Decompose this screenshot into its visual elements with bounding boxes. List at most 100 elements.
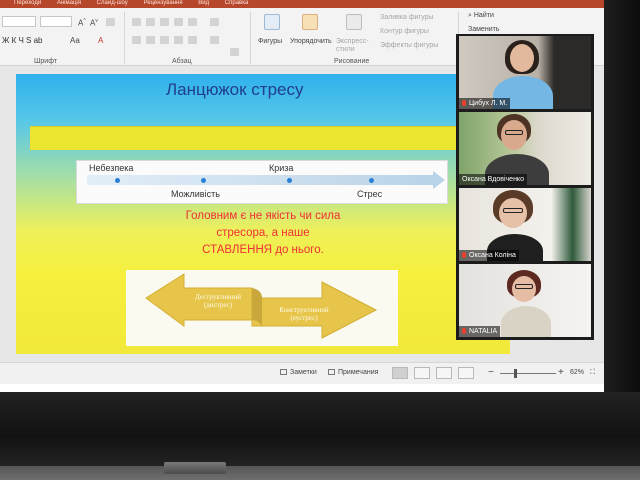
zoom-slider[interactable]	[500, 373, 556, 374]
tab-review[interactable]: Рецензування	[143, 0, 182, 6]
smartart-icon[interactable]	[230, 48, 239, 56]
align-left-icon[interactable]	[132, 36, 141, 44]
bullets-icon[interactable]	[132, 18, 141, 26]
video-participants-panel: Цибух Л. М. Оксана Вдовіченко Оксана Кол…	[456, 34, 594, 340]
participant-name-bar: Цибух Л. М.	[459, 98, 511, 109]
zoom-level[interactable]: 62%	[570, 369, 584, 376]
shrink-font-icon[interactable]: Av	[90, 18, 98, 28]
font-group-label: Шрифт	[34, 58, 58, 65]
tab-slideshow[interactable]: Слайд-шоу	[97, 0, 128, 6]
tab-view[interactable]: Вид	[198, 0, 209, 6]
glasses-icon	[515, 284, 533, 289]
notes-button[interactable]: Заметки	[280, 369, 317, 376]
quick-styles-button[interactable]: Экспресс-стили	[336, 38, 372, 54]
shape-fill-button[interactable]: Заливка фигуры	[380, 14, 433, 21]
text-direction-icon[interactable]	[210, 18, 219, 26]
shape-outline-button[interactable]: Контур фигуры	[380, 28, 429, 35]
replace-button[interactable]: Заменить	[468, 26, 499, 33]
participant-tile[interactable]: NATALIA	[459, 264, 591, 337]
increase-indent-icon[interactable]	[174, 18, 183, 26]
participant-tile[interactable]: Оксана Коліна	[459, 188, 591, 261]
participant-name-bar: Оксана Коліна	[459, 250, 519, 261]
laptop-hinge	[164, 462, 226, 474]
font-size-select[interactable]	[40, 16, 72, 27]
line-spacing-icon[interactable]	[188, 18, 197, 26]
decrease-indent-icon[interactable]	[160, 18, 169, 26]
comment-icon	[328, 369, 335, 375]
laptop-bezel-right	[604, 0, 640, 392]
distress-label: Деструктивний (дистрес)	[195, 293, 241, 309]
timeline-label-crisis: Криза	[269, 163, 294, 173]
yellow-band	[30, 126, 500, 150]
arrange-icon[interactable]	[302, 14, 318, 30]
drawing-group-label: Рисование	[334, 58, 370, 65]
glasses-icon	[503, 208, 523, 213]
font-style-buttons[interactable]: Ж К Ч S ab	[2, 36, 43, 45]
timeline-dot	[369, 178, 374, 183]
find-button[interactable]: ⌕ Найти	[468, 12, 494, 20]
reading-view-button[interactable]	[436, 367, 452, 379]
participant-face	[510, 44, 534, 72]
notes-icon	[280, 369, 287, 375]
timeline-label-opportunity: Можливість	[171, 189, 220, 199]
powerpoint-window: Переходи Анімація Слайд-шоу Рецензування…	[0, 0, 604, 392]
tab-transitions[interactable]: Переходи	[14, 0, 41, 6]
timeline-label-danger: Небезпека	[89, 163, 134, 173]
grow-font-icon[interactable]: A^	[78, 18, 86, 28]
participant-body	[501, 306, 551, 337]
muted-mic-icon	[462, 100, 466, 106]
double-arrow-graphic	[145, 273, 378, 339]
timeline-label-stress: Стрес	[357, 189, 383, 199]
glasses-icon	[505, 130, 523, 135]
stress-chain-timeline: Небезпека Криза Можливість Стрес	[76, 160, 448, 204]
eustress-label: Конструктивний (еустрес)	[279, 306, 329, 322]
font-name-select[interactable]	[2, 16, 36, 27]
participant-name-bar: Оксана Вдовіченко	[459, 174, 527, 185]
slideshow-view-button[interactable]	[458, 367, 474, 379]
zoom-out-button[interactable]: −	[488, 367, 494, 378]
font-color-icon[interactable]: A	[98, 36, 103, 45]
participant-face	[512, 276, 536, 302]
fit-slide-icon[interactable]: ⛶	[590, 369, 595, 377]
shapes-button[interactable]: Фигуры	[258, 38, 282, 45]
ribbon-tabs: Переходи Анімація Слайд-шоу Рецензування…	[0, 0, 604, 8]
numbering-icon[interactable]	[146, 18, 155, 26]
slide-sorter-view-button[interactable]	[414, 367, 430, 379]
change-case-button[interactable]: Aa	[70, 36, 80, 45]
participant-tile[interactable]: Цибух Л. М.	[459, 36, 591, 109]
zoom-slider-thumb[interactable]	[514, 369, 518, 378]
align-right-icon[interactable]	[160, 36, 169, 44]
columns-icon[interactable]	[188, 36, 197, 44]
quick-styles-icon[interactable]	[346, 14, 362, 30]
timeline-dot	[287, 178, 292, 183]
normal-view-button[interactable]	[392, 367, 408, 379]
group-separator	[250, 12, 251, 64]
participant-face	[499, 198, 527, 228]
main-text-line: Головним є не якість чи сила	[185, 210, 341, 222]
timeline-dot	[201, 178, 206, 183]
muted-mic-icon	[462, 328, 466, 334]
shape-effects-button[interactable]: Эффекты фигуры	[380, 42, 438, 49]
slide-canvas[interactable]: Ланцюжок стресу Небезпека Криза Можливіс…	[16, 74, 510, 354]
status-bar: Заметки Примечания − + 62% ⛶	[0, 362, 604, 384]
arrange-button[interactable]: Упорядочить	[290, 38, 332, 45]
align-center-icon[interactable]	[146, 36, 155, 44]
timeline-arrow	[87, 175, 435, 185]
slide-title: Ланцюжок стресу	[166, 80, 304, 99]
shapes-icon[interactable]	[264, 14, 280, 30]
align-text-icon[interactable]	[210, 36, 219, 44]
laptop-base	[0, 466, 640, 480]
tab-help[interactable]: Справка	[225, 0, 249, 6]
slide-main-text: Головним є не якість чи сила стресора, а…	[16, 208, 510, 259]
main-text-line: СТАВЛЕННЯ до нього.	[202, 244, 324, 256]
timeline-dot	[115, 178, 120, 183]
distress-eustress-diagram: Деструктивний (дистрес) Конструктивний (…	[126, 270, 398, 346]
group-separator	[124, 12, 125, 64]
zoom-in-button[interactable]: +	[558, 367, 564, 378]
participant-tile[interactable]: Оксана Вдовіченко	[459, 112, 591, 185]
tab-animation[interactable]: Анімація	[57, 0, 81, 6]
comments-button[interactable]: Примечания	[328, 369, 378, 376]
muted-mic-icon	[462, 252, 466, 258]
justify-icon[interactable]	[174, 36, 183, 44]
clear-format-icon[interactable]	[106, 18, 115, 26]
